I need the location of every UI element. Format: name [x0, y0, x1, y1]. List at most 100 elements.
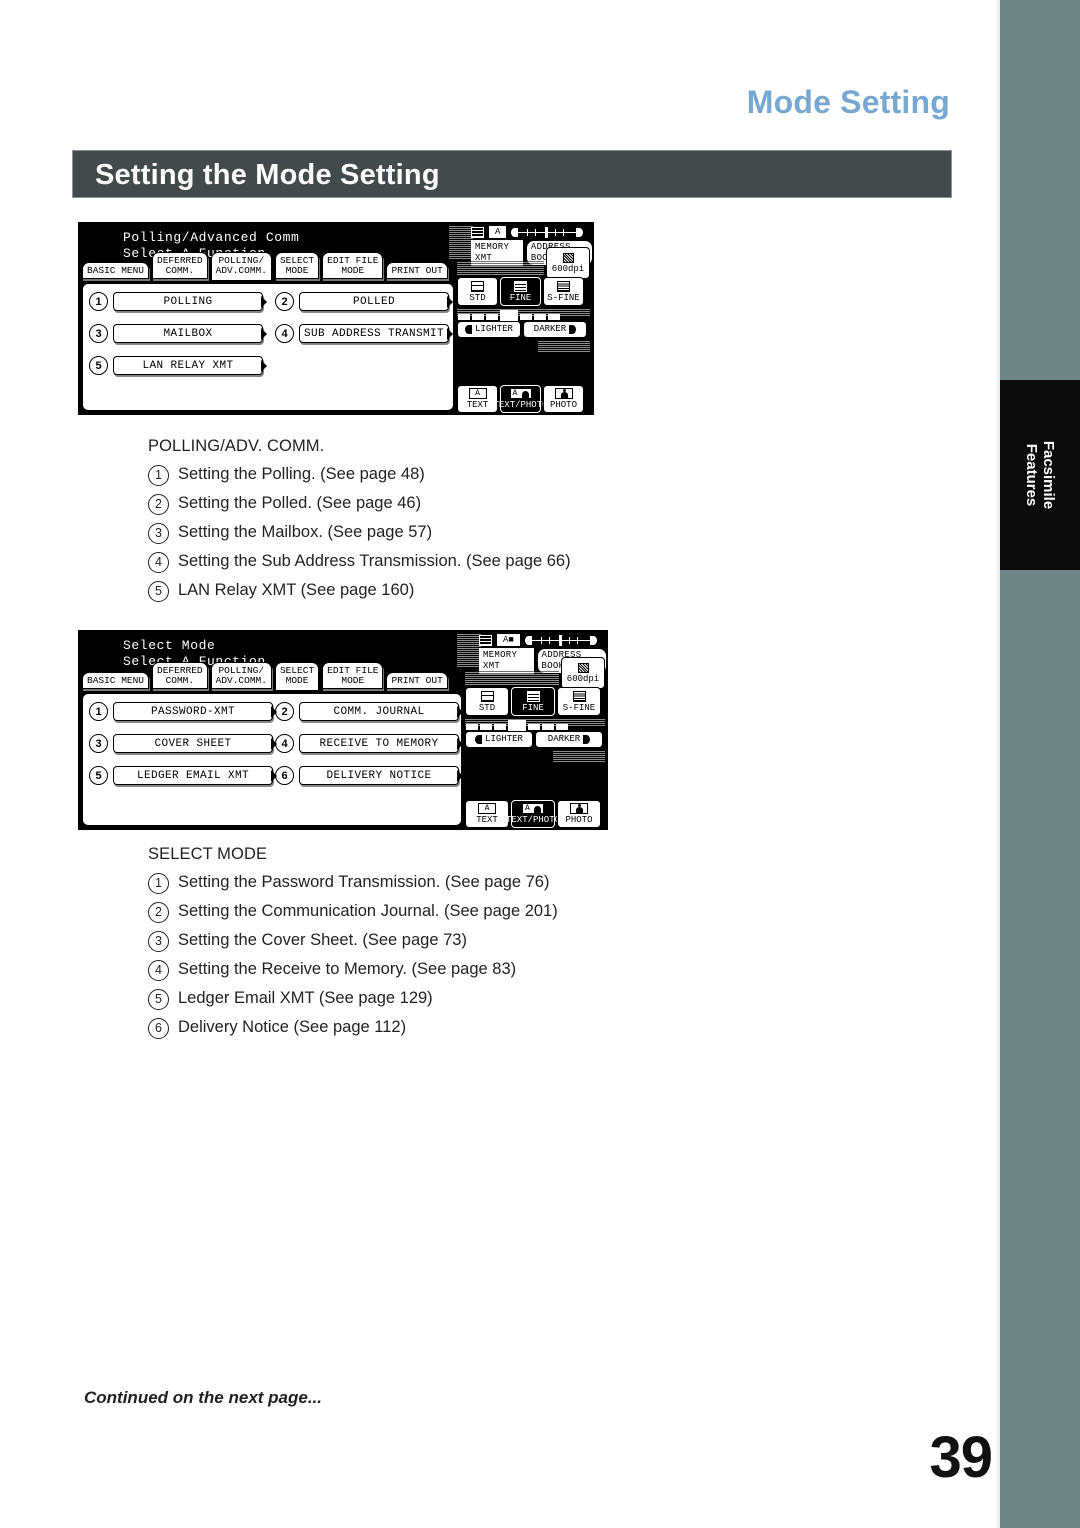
lcd-function-row: 5 LAN RELAY XMT	[89, 356, 267, 375]
lcd-button-receive-to-memory[interactable]: RECEIVE TO MEMORY	[299, 734, 463, 753]
lcd-function-row: 3 COVER SHEET	[89, 734, 277, 753]
document-page: Mode Setting Setting the Mode Setting Fa…	[0, 0, 1080, 1528]
lcd-dither-band	[465, 671, 559, 685]
lcd-tab-polling-adv-comm[interactable]: POLLING/ ADV.COMM.	[210, 252, 272, 281]
lcd-function-row: 1 POLLING	[89, 292, 267, 311]
instruction-item-number: 3	[148, 523, 169, 544]
lcd-original-text[interactable]: A TEXT	[465, 800, 509, 828]
resolution-icon	[526, 690, 540, 702]
lcd-function-number: 6	[275, 766, 294, 785]
instruction-item: 4 Setting the Receive to Memory. (See pag…	[148, 960, 558, 981]
lcd-tab-polling-adv-comm[interactable]: POLLING/ ADV.COMM.	[210, 662, 272, 689]
lcd-button-lan-relay-xmt[interactable]: LAN RELAY XMT	[113, 356, 267, 375]
lcd-original-text-photo[interactable]: A TEXT/PHOTO	[494, 385, 548, 413]
lcd-button-sub-address-transmit[interactable]: SUB ADDRESS TRANSMIT	[299, 324, 453, 343]
lcd-tab-edit-file-mode[interactable]: EDIT FILE MODE	[322, 252, 384, 279]
text-mode-icon: A	[489, 226, 507, 238]
lcd-button-mailbox[interactable]: MAILBOX	[113, 324, 267, 343]
lcd-dither-band	[538, 340, 590, 353]
lcd-panel-1: Polling/Advanced CommSelect A FunctionAM…	[78, 222, 594, 415]
lcd-function-area: 1 POLLING 2 POLLED 3 MAILBOX 4 SUB ADDRESS TRAN…	[82, 283, 454, 411]
lcd-original-text-photo[interactable]: A TEXT/PHOTO	[506, 800, 560, 828]
instruction-item-text: Setting the Polled. (See page 46)	[178, 494, 422, 512]
instruction-item-number: 2	[148, 494, 169, 515]
resolution-icon	[480, 690, 494, 702]
lcd-button-password-xmt[interactable]: PASSWORD-XMT	[113, 702, 277, 721]
instruction-item: 3 Setting the Mailbox. (See page 57)	[148, 523, 571, 544]
lcd-button-polling[interactable]: POLLING	[113, 292, 267, 311]
lcd-resolution-s-fine[interactable]: S-FINE	[557, 687, 601, 716]
lcd-darker-button[interactable]: DARKER	[523, 321, 587, 338]
lcd-button-cover-sheet[interactable]: COVER SHEET	[113, 734, 277, 753]
lcd-tab-strip: BASIC MENU DEFERRED COMM. POLLING/ ADV.COM…	[82, 252, 448, 281]
instruction-item-number: 5	[148, 989, 169, 1010]
lcd-resolution-std[interactable]: STD	[457, 277, 498, 306]
instruction-item: 4 Setting the Sub Address Transmission. (…	[148, 552, 571, 573]
text-photo-original-icon: A	[509, 388, 532, 399]
instruction-item-text: Ledger Email XMT (See page 129)	[178, 989, 433, 1007]
lcd-button-polled[interactable]: POLLED	[299, 292, 453, 311]
lcd-contrast-row: LIGHTER DARKER	[465, 731, 603, 748]
instruction-item: 1 Setting the Polling. (See page 48)	[148, 465, 571, 486]
instruction-item: 6 Delivery Notice (See page 112)	[148, 1018, 558, 1039]
lcd-button-comm-journal[interactable]: COMM. JOURNAL	[299, 702, 463, 721]
lcd-dither-band	[553, 750, 605, 763]
text-photo-mode-icon: A■	[497, 634, 520, 646]
resolution-grid-icon	[471, 226, 484, 238]
lcd-function-row: 5 LEDGER EMAIL XMT	[89, 766, 277, 785]
lcd-resolution-label: S-FINE	[562, 702, 596, 713]
lcd-button-ledger-email-xmt[interactable]: LEDGER EMAIL XMT	[113, 766, 277, 785]
section-banner: Setting the Mode Setting	[72, 150, 952, 198]
lcd-original-text[interactable]: A TEXT	[457, 385, 498, 413]
photo-original-icon	[554, 388, 573, 399]
page-side-strip	[1000, 0, 1080, 1528]
lcd-function-area: 1 PASSWORD-XMT 2 COMM. JOURNAL 3 COVER SHEET 4…	[82, 693, 463, 826]
lcd-resolution-fine[interactable]: FINE	[500, 277, 541, 306]
lcd-tab-select-mode[interactable]: SELECT MODE	[274, 662, 320, 691]
lcd-resolution-std[interactable]: STD	[465, 687, 509, 716]
lcd-lighter-button[interactable]: LIGHTER	[465, 731, 533, 748]
contrast-slider-icon	[511, 226, 584, 238]
lcd-tab-edit-file-mode[interactable]: EDIT FILE MODE	[322, 662, 384, 689]
lighter-icon	[465, 325, 473, 334]
lcd-original-label: TEXT/PHOTO	[493, 400, 548, 410]
lcd-resolution-s-fine[interactable]: S-FINE	[543, 277, 584, 306]
lcd-dpi-indicator: 600dpi	[546, 247, 590, 279]
lcd-original-label: TEXT/PHOTO	[506, 815, 561, 825]
lcd-tab-basic-menu[interactable]: BASIC MENU	[82, 672, 150, 689]
instruction-item-number: 4	[148, 960, 169, 981]
instruction-list-heading: POLLING/ADV. COMM.	[148, 437, 325, 455]
instruction-item-number: 3	[148, 931, 169, 952]
side-thumb-tab: Facsimile Features	[1000, 380, 1080, 570]
lcd-resolution-label: FINE	[509, 292, 532, 303]
lcd-tab-basic-menu[interactable]: BASIC MENU	[82, 262, 150, 279]
resolution-icon	[514, 280, 527, 292]
darker-icon	[569, 325, 577, 334]
lcd-tab-deferred-comm[interactable]: DEFERRED COMM.	[152, 662, 208, 689]
lcd-tab-select-mode[interactable]: SELECT MODE	[274, 252, 320, 279]
lcd-dither-texture	[449, 225, 473, 259]
lcd-dither-band	[457, 261, 544, 275]
lcd-lighter-button[interactable]: LIGHTER	[457, 321, 521, 338]
instruction-list-1: POLLING/ADV. COMM. 1 Setting the Polling. …	[148, 437, 571, 610]
lcd-original-photo[interactable]: PHOTO	[543, 385, 584, 413]
lcd-tab-print-out[interactable]: PRINT OUT	[386, 672, 448, 689]
lcd-tab-deferred-comm[interactable]: DEFERRED COMM.	[152, 252, 208, 279]
lcd-resolution-label: FINE	[522, 702, 544, 713]
lcd-dither-texture	[457, 633, 481, 667]
lcd-function-number: 2	[275, 702, 294, 721]
lcd-resolution-fine[interactable]: FINE	[511, 687, 555, 716]
instruction-item: 5 Ledger Email XMT (See page 129)	[148, 989, 558, 1010]
lcd-tab-print-out[interactable]: PRINT OUT	[386, 262, 448, 279]
lcd-darker-button[interactable]: DARKER	[535, 731, 603, 748]
instruction-item: 3 Setting the Cover Sheet. (See page 73)	[148, 931, 558, 952]
instruction-item-number: 2	[148, 902, 169, 923]
lcd-original-photo[interactable]: PHOTO	[557, 800, 601, 828]
lcd-control-column: 600dpi STD FINE S-FINE LIGHTER DARKER A TEXT A TE…	[465, 657, 605, 828]
lcd-button-delivery-notice[interactable]: DELIVERY NOTICE	[299, 766, 463, 785]
instruction-item-number: 1	[148, 873, 169, 894]
lcd-function-row: 4 RECEIVE TO MEMORY	[275, 734, 463, 753]
lcd-panel-2: Select ModeSelect A FunctionA■MEMORY XMT…	[78, 630, 608, 830]
instruction-item: 2 Setting the Communication Journal. (See…	[148, 902, 558, 923]
photo-original-icon	[570, 803, 588, 814]
